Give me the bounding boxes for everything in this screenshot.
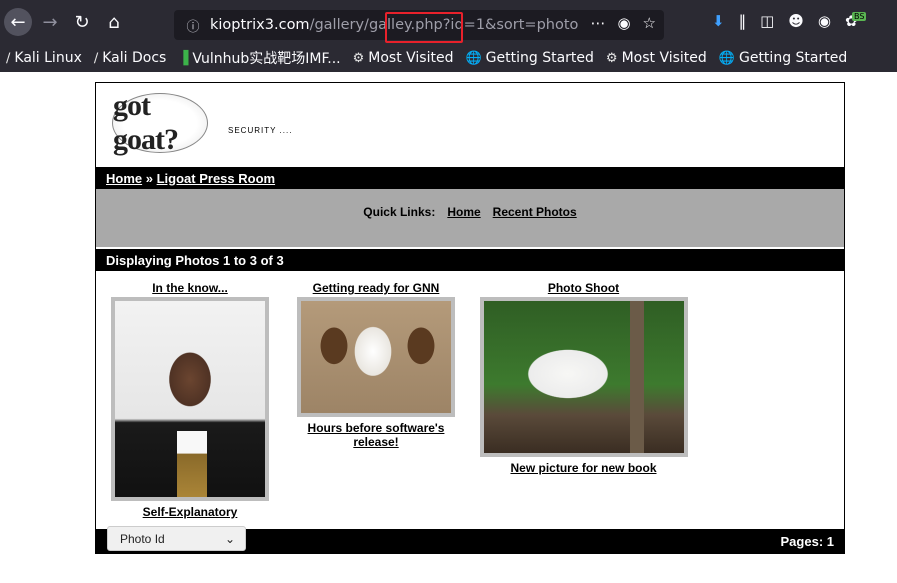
bookmark-label: Kali Linux <box>14 50 82 66</box>
home-icon[interactable]: ⌂ <box>100 8 128 36</box>
globe-icon: 🌐 <box>465 50 482 66</box>
gear-icon: ⚙ <box>352 50 365 66</box>
bookmark-getting-started-2[interactable]: 🌐 Getting Started <box>719 50 847 66</box>
photo-title-link[interactable]: Getting ready for GNN <box>313 281 440 295</box>
photo-thumbnail[interactable] <box>111 297 269 501</box>
photo-detail <box>629 301 644 453</box>
kali-dragon-icon: ∕ <box>93 50 99 66</box>
globe-icon: 🌐 <box>718 50 735 66</box>
extension-icon[interactable]: ◉ <box>818 12 831 30</box>
bookmark-most-visited[interactable]: ⚙ Most Visited <box>353 50 454 66</box>
photo-grid: In the know... Self-Explanatory Getting … <box>96 271 844 519</box>
quick-link-recent-photos[interactable]: Recent Photos <box>493 205 577 219</box>
breadcrumb-home-link[interactable]: Home <box>106 171 142 186</box>
breadcrumb-section-link[interactable]: Ligoat Press Room <box>157 171 275 186</box>
bookmark-label: Getting Started <box>738 50 848 66</box>
bookmark-label: Kali Docs <box>102 50 167 66</box>
highlight-box <box>385 12 463 43</box>
site-header: got goat? SECURITY .... <box>96 83 844 165</box>
url-actions: ⋯ ◉ ☆ <box>590 14 656 32</box>
photo-thumbnail[interactable] <box>479 297 688 457</box>
info-icon[interactable]: ⓘ <box>182 16 204 35</box>
sort-select-value: Photo Id <box>120 531 165 546</box>
quick-links-label: Quick Links: <box>363 205 436 219</box>
url-path-c: &sort=photo <box>485 17 579 33</box>
bookmark-label: Most Visited <box>621 50 707 66</box>
bookmark-label: Vulnhub实战靶场IMF... <box>192 51 341 67</box>
bookmark-star-icon[interactable]: ☆ <box>643 14 656 32</box>
bookmark-getting-started[interactable]: 🌐 Getting Started <box>465 50 593 66</box>
forward-arrow-icon[interactable]: → <box>36 8 64 36</box>
photo-caption-link[interactable]: Hours before software's release! <box>308 421 445 449</box>
kali-dragon-icon: ∕ <box>6 50 11 66</box>
quick-links: Quick Links: Home Recent Photos <box>96 189 844 247</box>
more-actions-icon[interactable]: ⋯ <box>590 14 605 32</box>
toolbar-right-icons: ⬇ ‖ ◫ ☻ ◉ ✿ <box>712 12 858 30</box>
photo-item: Photo Shoot New picture for new book <box>476 281 691 475</box>
display-count-text: Displaying Photos 1 to 3 of 3 <box>106 252 284 268</box>
pages-text: Pages: 1 <box>780 533 834 549</box>
extension-badge: BS <box>852 12 867 21</box>
account-icon[interactable]: ☻ <box>788 12 804 30</box>
photo-item: In the know... Self-Explanatory <box>110 281 270 519</box>
bookmark-label: Getting Started <box>485 50 594 66</box>
bookmarks-bar: ∕ Kali Linux ∕ Kali Docs ▐ Vulnhub实战靶场IMF..… <box>0 44 897 72</box>
photo-thumbnail[interactable] <box>297 297 455 417</box>
site-logo[interactable]: got goat? <box>112 89 208 156</box>
pocket-icon[interactable]: ◉ <box>617 14 630 32</box>
library-icon[interactable]: ‖ <box>739 12 747 30</box>
photo-caption-link[interactable]: New picture for new book <box>510 461 656 475</box>
gallery-page: got goat? SECURITY .... Home » Ligoat Pr… <box>95 82 845 554</box>
sidebar-icon[interactable]: ◫ <box>760 12 774 30</box>
site-tagline: SECURITY .... <box>228 126 293 135</box>
bookmark-kali-docs[interactable]: ∕ Kali Docs <box>94 50 166 66</box>
breadcrumb-separator: » <box>145 170 153 186</box>
back-arrow-icon[interactable]: ← <box>4 8 32 36</box>
bookmark-most-visited-2[interactable]: ⚙ Most Visited <box>606 50 707 66</box>
photo-caption-link[interactable]: Self-Explanatory <box>143 505 238 519</box>
url-host: kioptrix3.com <box>210 17 310 33</box>
sort-select[interactable]: Photo Id ⌄ <box>107 526 246 551</box>
photo-title-link[interactable]: Photo Shoot <box>548 281 619 295</box>
vulnhub-icon: ▐ <box>178 50 189 66</box>
bookmark-vulnhub[interactable]: ▐ Vulnhub实战靶场IMF... <box>178 48 340 68</box>
display-count-bar: Displaying Photos 1 to 3 of 3 <box>96 249 844 271</box>
photo-title-link[interactable]: In the know... <box>152 281 228 295</box>
gear-icon: ⚙ <box>605 50 618 66</box>
breadcrumb: Home » Ligoat Press Room <box>96 167 844 189</box>
bookmark-label: Most Visited <box>368 50 454 66</box>
chevron-down-icon: ⌄ <box>224 531 235 546</box>
photo-item: Getting ready for GNN Hours before softw… <box>296 281 456 449</box>
reload-icon[interactable]: ↻ <box>68 8 96 36</box>
browser-toolbar: ← → ↻ ⌂ ⓘ kioptrix3.com/gallery/galley.p… <box>0 0 897 44</box>
quick-link-home[interactable]: Home <box>447 205 480 219</box>
bookmark-kali-linux[interactable]: ∕ Kali Linux <box>6 50 82 66</box>
download-icon[interactable]: ⬇ <box>712 12 725 30</box>
photo-detail <box>177 431 207 497</box>
